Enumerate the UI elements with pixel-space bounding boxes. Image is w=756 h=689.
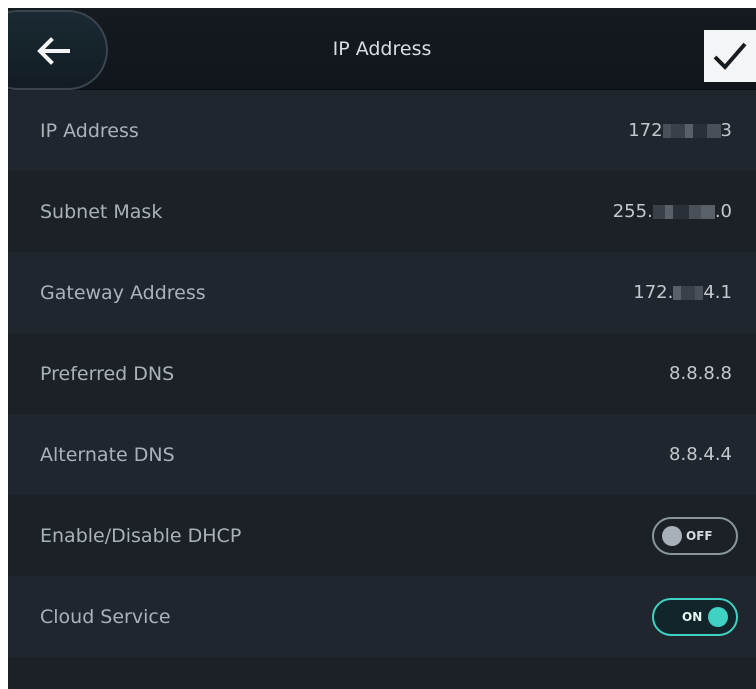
- preferred-dns-label: Preferred DNS: [40, 362, 175, 385]
- ip-address-screen: IP Address IP Address 172 3 Subnet Mask 2…: [8, 8, 756, 689]
- cloud-service-label: Cloud Service: [40, 605, 171, 628]
- alternate-dns-value[interactable]: 8.8.4.4: [669, 444, 732, 465]
- subnet-mask-value[interactable]: 255. .0: [613, 201, 732, 222]
- redaction-pixels: [673, 286, 704, 300]
- checkmark-icon: [713, 42, 747, 70]
- header-bar: IP Address: [8, 8, 756, 90]
- gateway-address-value-suffix: 4.1: [703, 282, 732, 303]
- toggle-knob: [662, 525, 682, 546]
- subnet-mask-label: Subnet Mask: [40, 200, 163, 223]
- alternate-dns-label: Alternate DNS: [40, 443, 175, 466]
- back-button[interactable]: [8, 10, 108, 90]
- preferred-dns-value[interactable]: 8.8.8.8: [669, 363, 732, 384]
- ip-address-value[interactable]: 172 3: [628, 120, 732, 141]
- confirm-button[interactable]: [704, 30, 756, 82]
- ip-address-label: IP Address: [40, 119, 139, 142]
- ip-address-value-suffix: 3: [720, 120, 732, 141]
- cloud-service-row: Cloud Service ON: [8, 576, 756, 657]
- dhcp-toggle[interactable]: OFF: [652, 516, 738, 555]
- ip-address-value-prefix: 172: [628, 120, 663, 141]
- back-arrow-icon: [37, 37, 70, 65]
- settings-list: IP Address 172 3 Subnet Mask 255. .0 Gatew…: [8, 90, 756, 657]
- subnet-mask-row[interactable]: Subnet Mask 255. .0: [8, 171, 756, 252]
- subnet-mask-value-prefix: 255.: [612, 201, 653, 222]
- preferred-dns-row[interactable]: Preferred DNS 8.8.8.8: [8, 333, 756, 414]
- dhcp-toggle-state: OFF: [686, 528, 713, 543]
- gateway-address-value[interactable]: 172. 4.1: [633, 282, 732, 303]
- gateway-address-row[interactable]: Gateway Address 172. 4.1: [8, 252, 756, 333]
- redaction-pixels: [652, 205, 715, 219]
- gateway-address-value-prefix: 172.: [633, 282, 674, 303]
- cloud-service-toggle[interactable]: ON: [652, 597, 738, 636]
- dhcp-label: Enable/Disable DHCP: [40, 524, 242, 547]
- toggle-knob: [708, 606, 728, 627]
- cloud-service-toggle-state: ON: [682, 609, 703, 624]
- ip-address-row[interactable]: IP Address 172 3: [8, 90, 756, 171]
- page-title: IP Address: [332, 38, 432, 60]
- dhcp-row: Enable/Disable DHCP OFF: [8, 495, 756, 576]
- subnet-mask-value-suffix: .0: [714, 201, 732, 222]
- redaction-pixels: [662, 124, 721, 138]
- alternate-dns-row[interactable]: Alternate DNS 8.8.4.4: [8, 414, 756, 495]
- gateway-address-label: Gateway Address: [40, 281, 206, 304]
